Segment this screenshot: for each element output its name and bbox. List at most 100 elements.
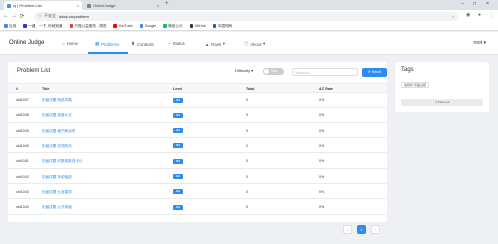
total-count: 0 xyxy=(246,143,248,148)
globe-favicon-icon xyxy=(87,3,91,8)
problem-title-link[interactable]: 历届试题 高僧斗法 xyxy=(42,113,72,118)
difficulty-dropdown[interactable]: Difficulty ▾ xyxy=(235,68,253,73)
bookmark-favicon-icon xyxy=(163,24,167,28)
browser-tab-onlinejudge[interactable]: OnlineJudge × xyxy=(84,1,162,10)
level-badge: Mid xyxy=(173,143,183,149)
problem-title-link[interactable]: 历届试题 车轮轴迹 xyxy=(42,175,72,180)
problem-title-link[interactable]: 历届试题 网络寻路 xyxy=(42,98,72,103)
active-nav-indicator xyxy=(88,52,128,54)
window-close-button[interactable]: × xyxy=(486,1,489,7)
tags-panel: Tags 蓝桥杯-历届试题 ⤮ Pick one xyxy=(395,62,489,112)
column-header-id: # xyxy=(16,86,18,91)
table-row: old1042 历届试题 车轮轴迹 Mid 0 0% xyxy=(8,170,387,184)
new-tab-button[interactable]: + xyxy=(165,1,169,7)
problem-id: old1039 xyxy=(16,128,29,133)
profile-icon[interactable]: ● xyxy=(478,12,481,18)
next-page-button[interactable]: › xyxy=(371,225,380,234)
nav-item-label: About xyxy=(250,41,262,47)
extension-icon[interactable]: ◉ xyxy=(466,12,470,18)
keyword-input[interactable]: Keyword xyxy=(292,68,358,76)
problem-id: old1040 xyxy=(16,143,29,148)
close-icon[interactable]: × xyxy=(77,3,79,8)
tab-title: oj | Problem List xyxy=(13,3,42,8)
bookmark-star-icon[interactable]: ☆ xyxy=(451,14,455,19)
bookmark-label: GitHub xyxy=(194,24,206,28)
nav-item-label: Rank xyxy=(211,41,222,47)
minimize-button[interactable]: – xyxy=(461,1,464,7)
nav-item-status[interactable]: ◔ Status xyxy=(168,41,185,46)
toggle-knob xyxy=(264,69,269,74)
level-badge: Mid xyxy=(173,112,183,118)
back-arrow-icon[interactable]: ← xyxy=(2,13,10,19)
user-menu[interactable]: root ▾ xyxy=(473,40,486,46)
bookmark-item[interactable]: 只做公益服务 - 搜查 xyxy=(69,23,107,29)
bookmark-label: 应用 xyxy=(9,23,17,28)
table-row: old1044 历届试题 公式求值 Mid 0 0% xyxy=(8,200,387,215)
page-1-button[interactable]: 1 xyxy=(357,225,366,234)
nav-item-contests[interactable]: ♜ Contests xyxy=(131,41,154,47)
bookmark-favicon-icon xyxy=(69,24,74,28)
problem-title-link[interactable]: 历届试题 格子刷油漆 xyxy=(42,129,75,134)
problem-title-link[interactable]: 历届试题 约数倍数选卡片 xyxy=(42,159,83,164)
menu-kebab-icon[interactable]: ⋮ xyxy=(489,12,494,18)
nav-item-home[interactable]: ⌂ Home xyxy=(62,41,78,46)
brand-title[interactable]: Online Judge xyxy=(9,40,44,46)
column-header-title: Title xyxy=(42,86,50,91)
tab-title: OnlineJudge xyxy=(93,3,116,8)
problem-id: old1042 xyxy=(16,174,29,179)
prev-page-button[interactable]: ‹ xyxy=(343,225,352,234)
bookmark-favicon-icon xyxy=(113,24,117,28)
home-icon: ⌂ xyxy=(62,41,65,46)
close-icon[interactable]: × xyxy=(157,3,159,8)
problem-title-link[interactable]: 历届试题 公式求值 xyxy=(42,205,72,210)
reload-icon[interactable]: ⟳ xyxy=(18,13,26,20)
chevron-down-icon: ▾ xyxy=(222,41,225,46)
ac-rate: 0% xyxy=(319,113,325,118)
level-badge: Mid xyxy=(173,204,183,210)
bookmark-item[interactable]: 微信公众 xyxy=(163,24,183,29)
maximize-button[interactable]: □ xyxy=(473,1,476,7)
bookmarks-bar: 应用 一键、一下, 你就知道 只做公益服务 - 搜查 YouTube Google 微信公… xyxy=(0,22,498,31)
problem-id: old1043 xyxy=(16,189,29,194)
nav-item-label: Home xyxy=(66,41,79,46)
table-header: # Title Level Total AC Rate xyxy=(8,83,387,93)
total-count: 0 xyxy=(246,98,248,102)
problem-title-link[interactable]: 历届试题 农场阳光 xyxy=(42,144,72,149)
bookmark-item[interactable]: GitHub xyxy=(189,24,206,28)
nav-item-rank[interactable]: ▲ Rank ▾ xyxy=(205,41,225,47)
tag-chip[interactable]: 蓝桥杯-历届试题 xyxy=(401,82,429,88)
ac-rate: 0% xyxy=(319,143,325,148)
ac-rate: 0% xyxy=(319,189,325,194)
column-header-ac-rate: AC Rate xyxy=(319,86,333,91)
bookmark-item[interactable]: 一键、一下, 你就知道 xyxy=(23,23,63,29)
bookmark-item[interactable]: Google xyxy=(139,24,156,28)
table-row: old1038 历届试题 高僧斗法 Mid 0 0% xyxy=(8,108,387,123)
difficulty-label: Difficulty xyxy=(235,68,251,73)
bookmark-item[interactable]: YouTube xyxy=(113,24,133,28)
chevron-down-icon: ▾ xyxy=(263,41,266,46)
tags-toggle[interactable]: Tags xyxy=(263,68,284,75)
nav-item-label: Status xyxy=(172,41,185,46)
address-bar[interactable]: ⓘ 不安全 lckck.cn/problem ☆ xyxy=(34,11,459,21)
panel-title: Problem List xyxy=(17,68,51,74)
nav-item-about[interactable]: ⓘ About ▾ xyxy=(244,41,265,47)
browser-toolbar: ← → ⟳ ⓘ 不安全 lckck.cn/problem ☆ ◉ ● ⋮ xyxy=(0,10,498,22)
browser-tab-strip: oj | Problem List × OnlineJudge × + – □ … xyxy=(0,0,498,10)
forward-arrow-icon[interactable]: → xyxy=(10,13,18,19)
username: root xyxy=(473,40,483,46)
pick-one-button[interactable]: ⤮ Pick one xyxy=(401,99,483,106)
nav-item-label: Problems xyxy=(101,41,120,47)
problem-title-link[interactable]: 历届试题 九宫重排 xyxy=(42,190,72,195)
info-icon: ⓘ xyxy=(38,13,42,18)
problem-id: old1038 xyxy=(16,113,29,118)
bookmark-item[interactable]: 应用 xyxy=(4,24,16,29)
url-text: lckck.cn/problem xyxy=(59,13,89,19)
bookmark-label: 只做公益服务 - 搜查 xyxy=(74,23,107,28)
browser-tab-problem-list[interactable]: oj | Problem List × xyxy=(4,1,82,10)
total-count: 0 xyxy=(246,174,248,179)
bookmark-item[interactable]: 中国知网 xyxy=(212,24,232,29)
reset-button[interactable]: ⟳ Reset xyxy=(362,67,387,77)
nav-item-problems[interactable]: ▦ Problems xyxy=(95,41,119,47)
bookmark-label: 一键、一下, 你就知道 xyxy=(28,23,63,28)
total-count: 0 xyxy=(246,113,248,118)
